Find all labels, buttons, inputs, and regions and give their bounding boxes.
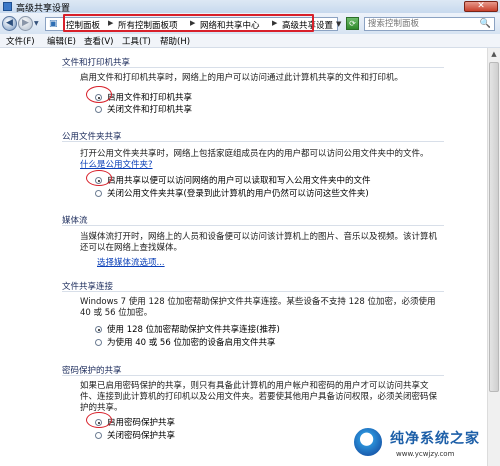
option-label: 关闭公用文件夹共享(登录到此计算机的用户仍然可以访问这些文件夹) — [107, 189, 369, 199]
address-dropdown-icon[interactable]: ▼ — [336, 20, 341, 28]
option-label: 关闭密码保护共享 — [107, 431, 176, 441]
divider — [62, 225, 444, 226]
search-input[interactable] — [365, 18, 480, 30]
radio-unselected-icon[interactable] — [95, 106, 102, 113]
encryption-128-option[interactable]: 使用 128 位加密帮助保护文件共享连接(推荐) — [95, 323, 280, 335]
what-is-public-folder-link[interactable]: 什么是公用文件夹? — [80, 160, 153, 170]
menu-file[interactable]: 文件(F) — [6, 35, 35, 47]
settings-content: 文件和打印机共享 启用文件和打印机共享时，网络上的用户可以访问通过此计算机共享的… — [0, 48, 487, 466]
search-box[interactable]: 🔍 — [364, 17, 495, 31]
scroll-thumb[interactable] — [489, 62, 499, 392]
printer-sharing-description: 启用文件和打印机共享时，网络上的用户可以访问通过此计算机共享的文件和打印机。 — [80, 73, 404, 83]
encryption-40-56-option[interactable]: 为使用 40 或 56 位加密的设备启用文件共享 — [95, 336, 275, 348]
menu-help[interactable]: 帮助(H) — [160, 35, 190, 47]
title-bar: 高级共享设置 ✕ — [0, 0, 500, 14]
password-sharing-off-option[interactable]: 关闭密码保护共享 — [95, 429, 175, 441]
red-circle-annotation — [86, 86, 112, 103]
option-label: 为使用 40 或 56 位加密的设备启用文件共享 — [107, 338, 276, 348]
watermark-title: 纯净系统之家 — [390, 431, 480, 447]
public-folder-on-option[interactable]: 启用共享以便可以访问网络的用户可以读取和写入公用文件夹中的文件 — [95, 174, 371, 186]
menu-edit[interactable]: 编辑(E) — [47, 35, 76, 47]
back-button[interactable]: ◀ — [2, 16, 17, 31]
control-panel-icon: ▣ — [49, 19, 58, 29]
divider — [62, 141, 444, 142]
divider — [62, 291, 444, 292]
option-label: 关闭文件和打印机共享 — [107, 105, 193, 115]
public-folder-text: 打开公用文件夹共享时，网络上包括家庭组成员在内的用户都可以访问公用文件夹中的文件… — [80, 149, 429, 159]
menu-tools[interactable]: 工具(T) — [122, 35, 151, 47]
radio-unselected-icon[interactable] — [95, 190, 102, 197]
refresh-button[interactable]: ⟳ — [346, 17, 359, 30]
site-watermark: 纯净系统之家 www.ycwjzy.com — [348, 418, 488, 464]
breadcrumb-highlight-annotation — [63, 14, 314, 32]
radio-unselected-icon[interactable] — [95, 339, 102, 346]
scroll-up-icon[interactable]: ▲ — [488, 48, 500, 60]
option-label: 启用文件和打印机共享 — [107, 93, 193, 103]
red-circle-annotation — [86, 412, 112, 428]
search-icon[interactable]: 🔍 — [480, 19, 491, 29]
divider — [62, 375, 444, 376]
media-streaming-description: 当媒体流打开时，网络上的人员和设备便可以访问该计算机上的图片、音乐以及视频。该计… — [80, 232, 438, 253]
watermark-logo-icon — [352, 426, 384, 458]
menu-view[interactable]: 查看(V) — [84, 35, 113, 47]
option-label: 使用 128 位加密帮助保护文件共享连接(推荐) — [107, 325, 280, 335]
option-label: 启用共享以便可以访问网络的用户可以读取和写入公用文件夹中的文件 — [107, 176, 371, 186]
red-circle-annotation — [86, 170, 112, 186]
password-sharing-description: 如果已启用密码保护的共享，则只有具备此计算机的用户帐户和密码的用户才可以访问共享… — [80, 381, 438, 413]
window-icon — [3, 2, 12, 11]
option-label: 启用密码保护共享 — [107, 418, 176, 428]
divider — [62, 67, 444, 68]
radio-selected-icon[interactable] — [95, 326, 102, 333]
printer-sharing-off-option[interactable]: 关闭文件和打印机共享 — [95, 103, 192, 115]
public-folder-description: 打开公用文件夹共享时，网络上包括家庭组成员在内的用户都可以访问公用文件夹中的文件… — [80, 149, 436, 171]
close-button[interactable]: ✕ — [464, 1, 498, 12]
forward-button[interactable]: ▶ — [18, 16, 33, 31]
public-folder-off-option[interactable]: 关闭公用文件夹共享(登录到此计算机的用户仍然可以访问这些文件夹) — [95, 187, 369, 199]
menu-bar: 文件(F) 编辑(E) 查看(V) 工具(T) 帮助(H) — [0, 34, 500, 48]
file-sharing-connections-description: Windows 7 使用 128 位加密帮助保护文件共享连接。某些设备不支持 1… — [80, 297, 436, 318]
vertical-scrollbar[interactable]: ▲ — [487, 48, 500, 466]
recent-pages-icon[interactable]: ▼ — [34, 20, 39, 27]
radio-unselected-icon[interactable] — [95, 432, 102, 439]
media-streaming-options-link[interactable]: 选择媒体流选项... — [97, 258, 165, 269]
watermark-url: www.ycwjzy.com — [396, 450, 455, 458]
